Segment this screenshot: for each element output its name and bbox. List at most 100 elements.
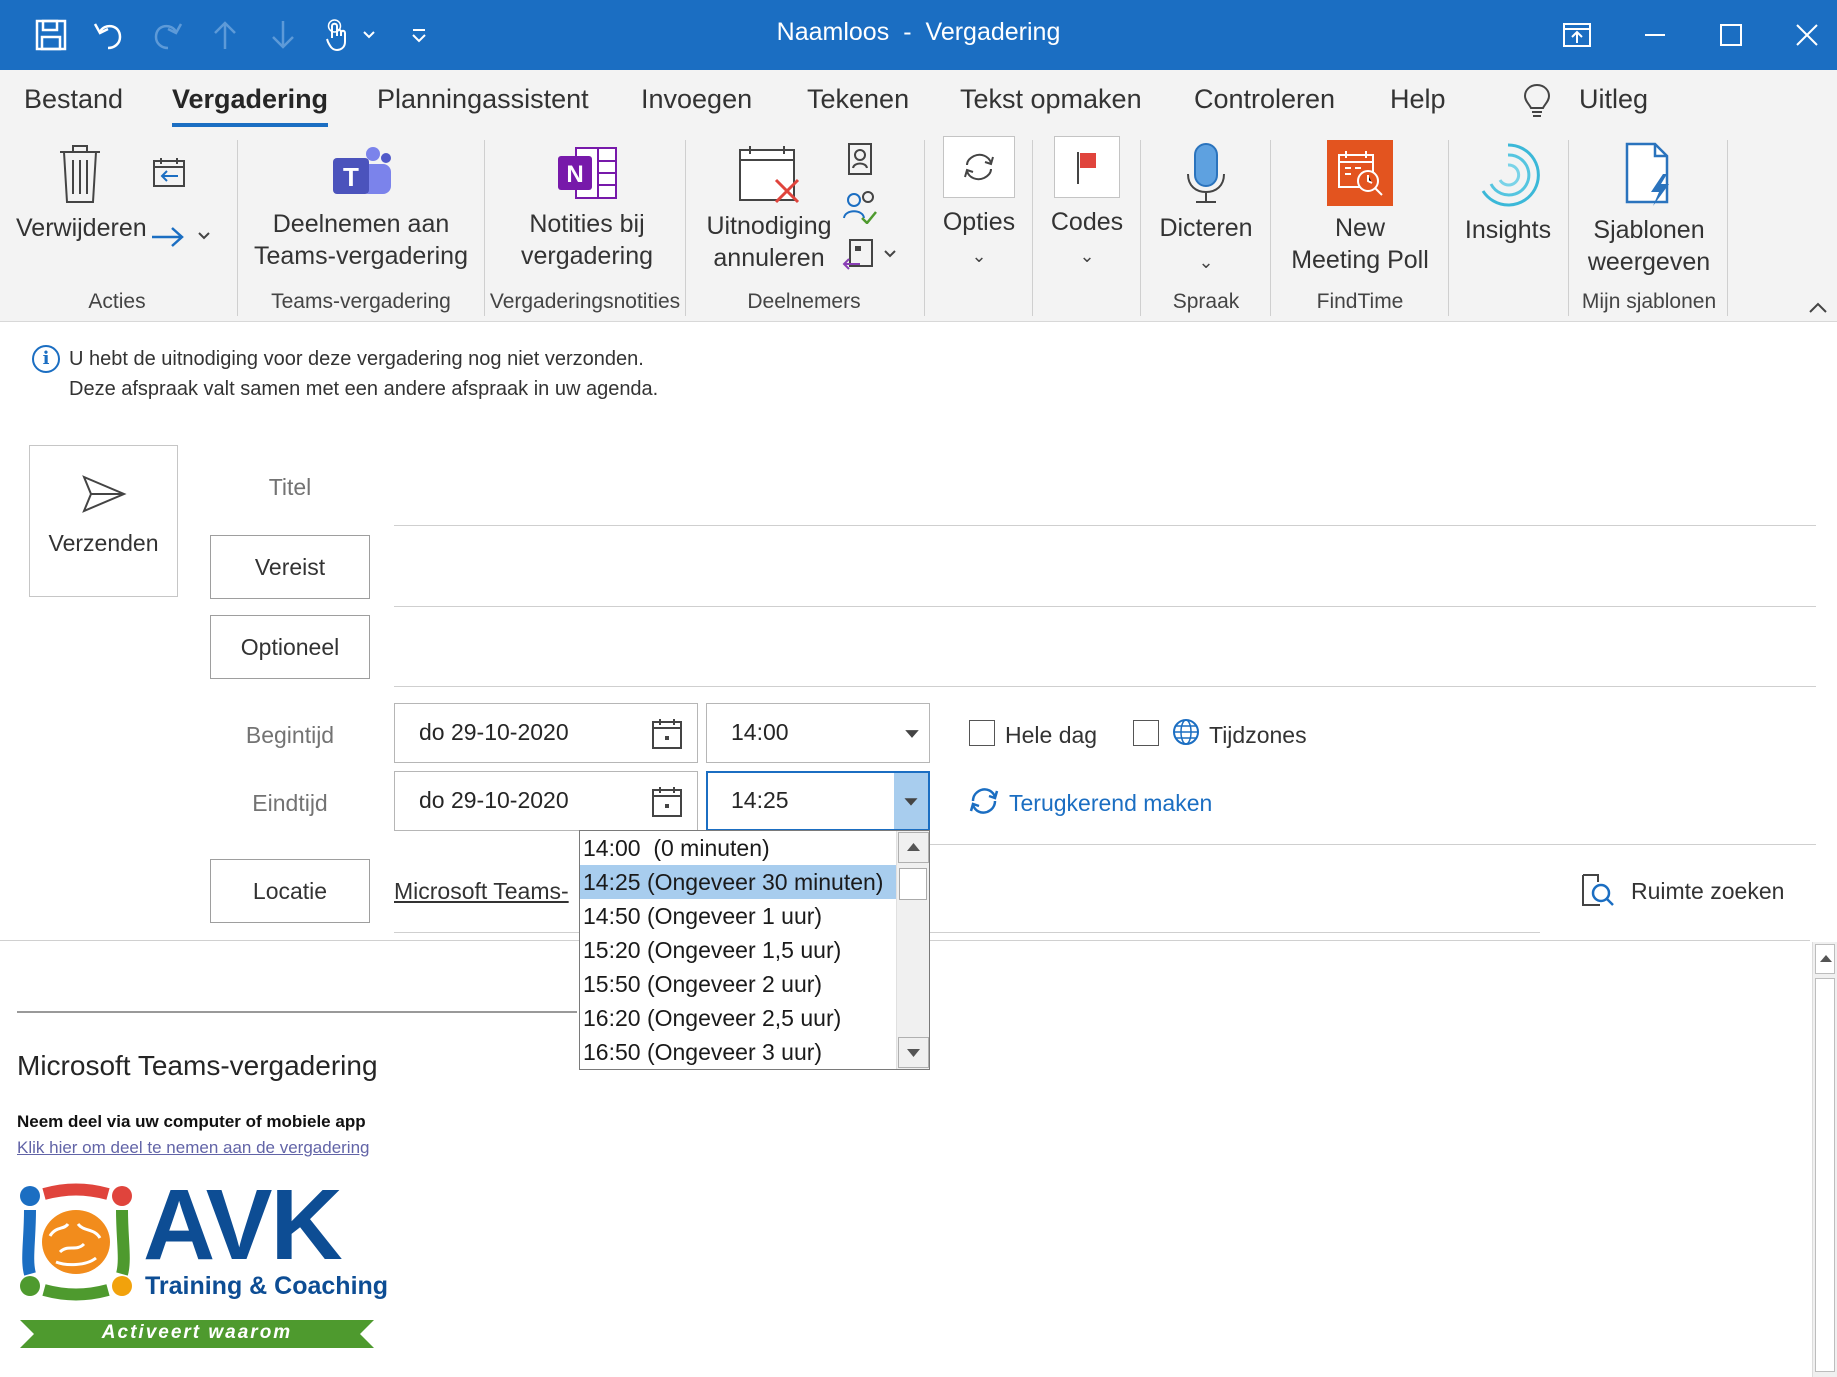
window-title-type: Vergadering — [925, 18, 1061, 46]
window-title-separator: - — [903, 18, 912, 46]
group-label-teams: Teams-vergadering — [271, 290, 451, 313]
send-button[interactable]: Verzenden — [29, 445, 178, 597]
avk-logo-text: AVK — [143, 1169, 343, 1281]
end-time-value: 14:25 — [731, 787, 789, 813]
ribbon-display-icon[interactable] — [1556, 14, 1598, 56]
calendar-reply-icon[interactable] — [152, 156, 186, 193]
lightbulb-icon[interactable] — [1522, 82, 1552, 125]
dropdown-items: 14:00 (0 minuten) 14:25 (Ongeveer 30 min… — [580, 831, 929, 1069]
location-button[interactable]: Locatie — [210, 859, 370, 923]
maximize-icon[interactable] — [1710, 14, 1752, 56]
location-input[interactable] — [394, 932, 1540, 933]
calendar-icon[interactable] — [651, 786, 683, 818]
meeting-notes-button[interactable]: N Notities bij vergadering — [494, 144, 680, 272]
join-teams-button[interactable]: T Deelnemen aan Teams-vergadering — [248, 144, 474, 272]
all-day-checkbox[interactable] — [969, 720, 995, 746]
calendar-icon[interactable] — [651, 718, 683, 750]
dropdown-option[interactable]: 14:25 (Ongeveer 30 minuten) — [580, 865, 898, 899]
delete-label: Verwijderen — [16, 214, 147, 242]
all-day-label: Hele dag — [1005, 722, 1098, 748]
svg-text:N: N — [566, 161, 583, 188]
forward-arrow-icon[interactable] — [150, 224, 186, 255]
end-time-label: Eindtijd — [252, 790, 328, 816]
forward-chevron-icon[interactable] — [196, 228, 212, 249]
end-date-field[interactable]: do 29-10-2020 — [394, 771, 698, 831]
dropdown-option[interactable]: 15:50 (Ongeveer 2 uur) — [580, 967, 898, 1001]
optional-attendees-button[interactable]: Optioneel — [210, 615, 370, 679]
svg-text:T: T — [343, 162, 359, 192]
avk-logo-ribbon: Activeert waarom — [20, 1320, 374, 1348]
trash-icon — [60, 145, 100, 203]
check-names-icon[interactable] — [842, 190, 878, 229]
cancel-invitation-button[interactable]: Uitnodiging annuleren — [700, 144, 838, 274]
title-input[interactable] — [394, 525, 1816, 526]
location-value[interactable]: Microsoft Teams- — [394, 878, 569, 905]
dropdown-option[interactable]: 16:50 (Ongeveer 3 uur) — [580, 1035, 898, 1069]
collapse-ribbon-icon[interactable] — [1808, 300, 1828, 319]
dropdown-option[interactable]: 16:20 (Ongeveer 2,5 uur) — [580, 1001, 898, 1035]
body-horizontal-rule — [17, 1011, 577, 1013]
flag-icon — [1054, 136, 1120, 198]
tab-help[interactable]: Help — [1390, 84, 1446, 115]
meeting-notes-label-line2: vergadering — [520, 242, 654, 270]
required-attendees-button[interactable]: Vereist — [210, 535, 370, 599]
view-templates-button[interactable]: Sjablonen weergeven — [1578, 140, 1720, 278]
start-date-field[interactable]: do 29-10-2020 — [394, 703, 698, 763]
ribbon-separator — [1270, 140, 1271, 316]
ribbon-tabs: Bestand Vergadering Planningassistent In… — [0, 70, 1837, 132]
tell-me-search[interactable]: Uitleg — [1579, 84, 1648, 115]
time-zones-checkbox[interactable] — [1133, 720, 1159, 746]
tags-button[interactable]: Codes ⌄ — [1042, 136, 1132, 272]
make-recurring-link[interactable]: Terugkerend maken — [1009, 790, 1212, 817]
dictate-button[interactable]: Dicteren ⌄ — [1150, 142, 1262, 278]
tab-invoegen[interactable]: Invoegen — [641, 84, 752, 115]
insights-button[interactable]: Insights — [1458, 142, 1558, 246]
scroll-up-button[interactable] — [1815, 944, 1835, 974]
join-meeting-link[interactable]: Klik hier om deel te nemen aan de vergad… — [17, 1138, 370, 1158]
options-button[interactable]: Opties ⌄ — [934, 136, 1024, 272]
ribbon-separator — [924, 140, 925, 316]
minimize-icon[interactable] — [1634, 14, 1676, 56]
group-label-vergaderingsnotities: Vergaderingsnotities — [489, 290, 681, 313]
recurrence-icon[interactable] — [968, 785, 1000, 822]
delete-button[interactable]: Verwijderen — [16, 142, 147, 244]
cancel-calendar-icon — [739, 146, 800, 204]
tab-tekenen[interactable]: Tekenen — [807, 84, 909, 115]
address-book-icon[interactable] — [846, 142, 874, 181]
dropdown-scroll-up-button[interactable] — [898, 832, 929, 863]
end-time-dropdown[interactable]: 14:25 — [706, 771, 930, 831]
dropdown-scroll-thumb[interactable] — [899, 868, 927, 900]
dropdown-option[interactable]: 14:50 (Ongeveer 1 uur) — [580, 899, 898, 933]
body-scrollbar[interactable] — [1812, 942, 1837, 1377]
tab-tekst-opmaken[interactable]: Tekst opmaken — [960, 84, 1142, 115]
start-time-dropdown[interactable]: 14:00 — [706, 703, 930, 763]
scroll-thumb[interactable] — [1815, 978, 1835, 1372]
options-label: Opties — [942, 208, 1016, 236]
tab-controleren[interactable]: Controleren — [1194, 84, 1335, 115]
optional-attendees-input[interactable] — [394, 686, 1816, 687]
room-finder-label[interactable]: Ruimte zoeken — [1631, 878, 1784, 905]
meeting-notes-label-line1: Notities bij — [529, 210, 645, 238]
send-icon — [81, 475, 127, 513]
new-meeting-poll-button[interactable]: New Meeting Poll — [1280, 140, 1440, 276]
dropdown-scroll-down-button[interactable] — [898, 1037, 929, 1068]
response-options-chevron-icon[interactable] — [882, 246, 898, 267]
tab-bestand[interactable]: Bestand — [24, 84, 123, 115]
dropdown-arrow-icon[interactable] — [894, 773, 928, 829]
dropdown-option[interactable]: 15:20 (Ongeveer 1,5 uur) — [580, 933, 898, 967]
start-time-value: 14:00 — [731, 719, 789, 745]
dropdown-scrollbar[interactable] — [896, 831, 929, 1069]
onenote-icon: N — [558, 147, 617, 199]
response-options-icon[interactable] — [842, 238, 876, 277]
end-time-dropdown-list[interactable]: 14:00 (0 minuten) 14:25 (Ongeveer 30 min… — [579, 830, 930, 1070]
room-finder-icon[interactable] — [1580, 872, 1614, 913]
dropdown-option[interactable]: 14:00 (0 minuten) — [580, 831, 898, 865]
dictate-chevron-icon: ⌄ — [1198, 252, 1214, 272]
close-icon[interactable] — [1786, 14, 1828, 56]
dropdown-arrow-icon[interactable] — [895, 704, 929, 762]
tab-planningassistent[interactable]: Planningassistent — [377, 84, 589, 115]
group-label-spraak: Spraak — [1172, 290, 1240, 313]
ribbon-separator — [1140, 140, 1141, 316]
tab-vergadering[interactable]: Vergadering — [172, 84, 329, 127]
required-attendees-input[interactable] — [394, 606, 1816, 607]
